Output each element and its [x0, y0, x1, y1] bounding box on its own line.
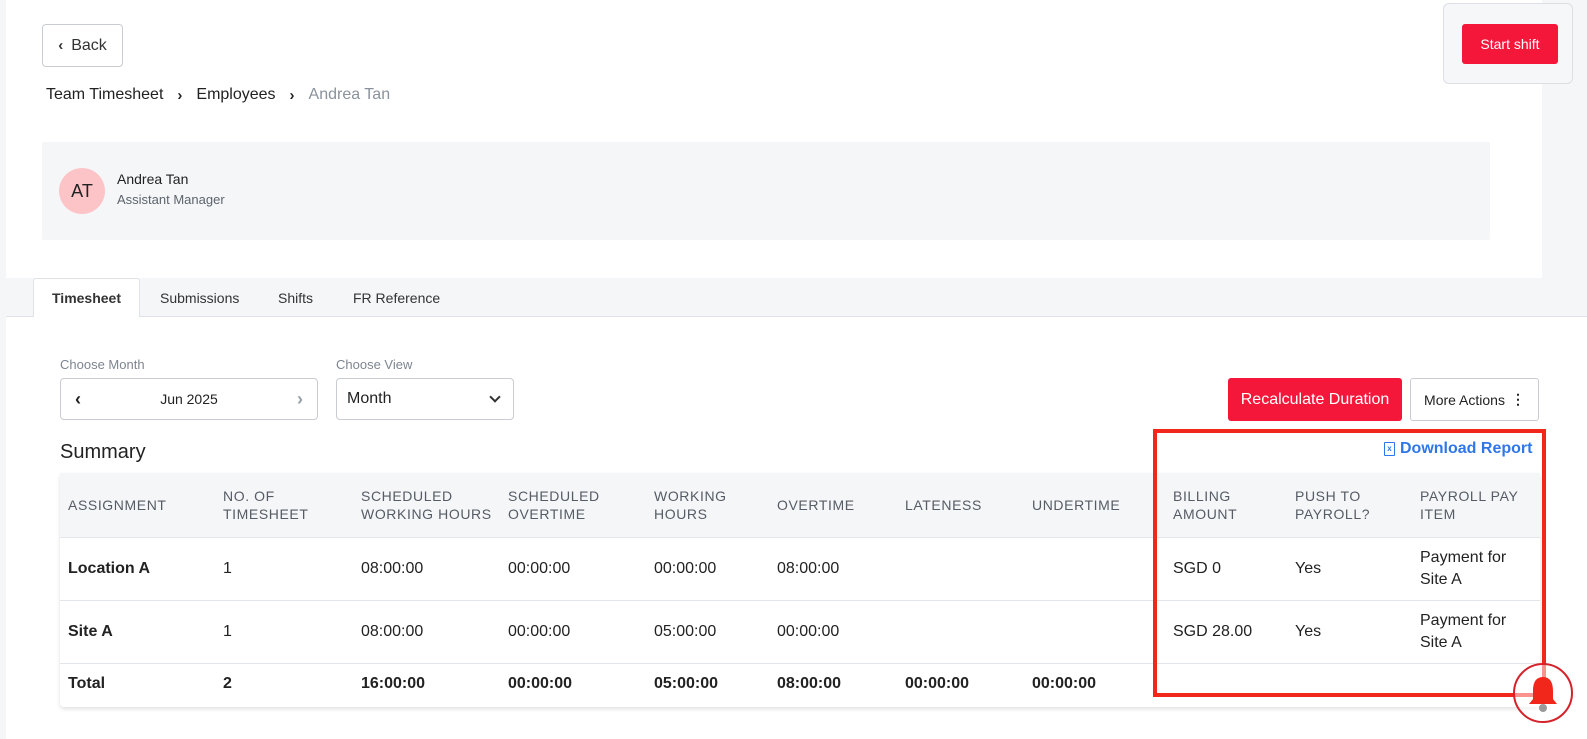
chevron-down-icon: [489, 391, 501, 403]
table-row: Location A 1 08:00:00 00:00:00 00:00:00 …: [60, 537, 1540, 600]
breadcrumb-team-timesheet[interactable]: Team Timesheet: [46, 86, 163, 104]
cell-working-hours: 05:00:00: [654, 622, 717, 640]
cell-undertime: [1024, 600, 1165, 663]
tab-shifts[interactable]: Shifts: [260, 278, 331, 317]
more-actions-label: More Actions: [1424, 391, 1505, 408]
back-button[interactable]: ‹ Back: [42, 24, 123, 67]
col-push-to-payroll: PUSH TO PAYROLL?: [1295, 487, 1371, 522]
cell-payroll-pay-item: Payment for Site A: [1420, 611, 1507, 651]
table-row: Site A 1 08:00:00 00:00:00 05:00:00 00:0…: [60, 600, 1540, 663]
notification-bell-button[interactable]: [1513, 663, 1573, 723]
cell-timesheets: 1: [223, 622, 232, 640]
cell-assignment: Location A: [68, 559, 151, 577]
tab-timesheet[interactable]: Timesheet: [33, 278, 140, 318]
cell-payroll-pay-item: Payment for Site A: [1420, 548, 1507, 588]
summary-table: ASSIGNMENT NO. OF TIMESHEET SCHEDULED WORK…: [60, 473, 1540, 707]
vertical-dots-icon: ⋮: [1510, 391, 1525, 407]
cell-total-label: Total: [68, 675, 106, 693]
breadcrumb: Team Timesheet › Employees › Andrea Tan: [46, 86, 390, 104]
cell-total-push: [1287, 663, 1412, 705]
table-header-row: ASSIGNMENT NO. OF TIMESHEET SCHEDULED WORK…: [60, 473, 1540, 537]
chevron-right-icon: ›: [177, 86, 183, 104]
cell-overtime: 00:00:00: [777, 622, 840, 640]
cell-total-undertime: 00:00:00: [1032, 675, 1097, 693]
chevron-left-icon: ‹: [58, 37, 64, 54]
col-scheduled-overtime: SCHEDULED OVERTIME: [508, 487, 600, 522]
breadcrumb-current: Andrea Tan: [308, 86, 391, 103]
cell-undertime: [1024, 537, 1165, 600]
excel-file-icon: x: [1384, 442, 1395, 456]
col-undertime: UNDERTIME: [1032, 496, 1121, 513]
choose-view-label: Choose View: [336, 357, 413, 372]
breadcrumb-employees[interactable]: Employees: [196, 86, 275, 104]
col-payroll-pay-item: PAYROLL PAY ITEM: [1420, 487, 1519, 522]
choose-month-label: Choose Month: [60, 357, 145, 372]
cell-working-hours: 00:00:00: [654, 559, 717, 577]
start-shift-button[interactable]: Start shift: [1462, 24, 1558, 64]
cell-lateness: [897, 600, 1024, 663]
col-no-of-timesheet: NO. OF TIMESHEET: [223, 487, 309, 522]
avatar: AT: [59, 168, 105, 214]
col-scheduled-working-hours: SCHEDULED WORKING HOURS: [361, 487, 492, 522]
view-value: Month: [347, 390, 392, 407]
view-select[interactable]: Month: [336, 378, 514, 420]
cell-scheduled-hours: 08:00:00: [361, 622, 424, 640]
cell-total-billing: [1165, 663, 1287, 705]
download-report-link[interactable]: x Download Report: [1384, 440, 1532, 458]
recalculate-duration-button[interactable]: Recalculate Duration: [1228, 378, 1402, 421]
start-shift-panel: Start shift: [1443, 3, 1573, 84]
chevron-right-icon[interactable]: ›: [297, 389, 303, 410]
month-value: Jun 2025: [160, 391, 218, 407]
cell-timesheets: 1: [223, 559, 232, 577]
back-label: Back: [71, 36, 107, 54]
cell-push-to-payroll: Yes: [1295, 622, 1322, 640]
chevron-right-icon: ›: [289, 86, 295, 104]
col-assignment: ASSIGNMENT: [68, 496, 167, 513]
cell-billing-amount: SGD 0: [1173, 559, 1222, 577]
download-report-label: Download Report: [1400, 440, 1533, 457]
cell-scheduled-overtime: 00:00:00: [508, 559, 571, 577]
summary-title: Summary: [60, 441, 146, 463]
month-picker: ‹ Jun 2025 ›: [60, 378, 318, 420]
cell-total-timesheets: 2: [223, 675, 232, 693]
cell-scheduled-hours: 08:00:00: [361, 559, 424, 577]
cell-assignment: Site A: [68, 622, 113, 640]
col-overtime: OVERTIME: [777, 496, 855, 513]
cell-overtime: 08:00:00: [777, 559, 840, 577]
chevron-left-icon[interactable]: ‹: [75, 389, 81, 410]
more-actions-button[interactable]: More Actions ⋮: [1410, 378, 1539, 421]
tab-submissions[interactable]: Submissions: [142, 278, 257, 317]
table-total-row: Total 2 16:00:00 00:00:00 05:00:00 08:00…: [60, 663, 1540, 705]
col-working-hours: WORKING HOURS: [654, 487, 727, 522]
col-lateness: LATENESS: [905, 496, 982, 513]
employee-name: Andrea Tan: [117, 171, 189, 187]
cell-scheduled-overtime: 00:00:00: [508, 622, 571, 640]
cell-push-to-payroll: Yes: [1295, 559, 1322, 577]
cell-total-scheduled-overtime: 00:00:00: [508, 675, 573, 693]
cell-lateness: [897, 537, 1024, 600]
cell-billing-amount: SGD 28.00: [1173, 622, 1253, 640]
employee-profile-card: AT Andrea Tan Assistant Manager: [42, 142, 1490, 240]
tabs-bar: Timesheet Submissions Shifts FR Referenc…: [6, 278, 1587, 318]
bell-icon: [1529, 677, 1557, 712]
cell-total-lateness: 00:00:00: [905, 675, 970, 693]
col-billing-amount: BILLING AMOUNT: [1173, 487, 1238, 522]
cell-total-working-hours: 05:00:00: [654, 675, 719, 693]
cell-total-overtime: 08:00:00: [777, 675, 842, 693]
tab-fr-reference[interactable]: FR Reference: [335, 278, 458, 317]
employee-role: Assistant Manager: [117, 192, 225, 207]
cell-total-scheduled-hours: 16:00:00: [361, 675, 426, 693]
